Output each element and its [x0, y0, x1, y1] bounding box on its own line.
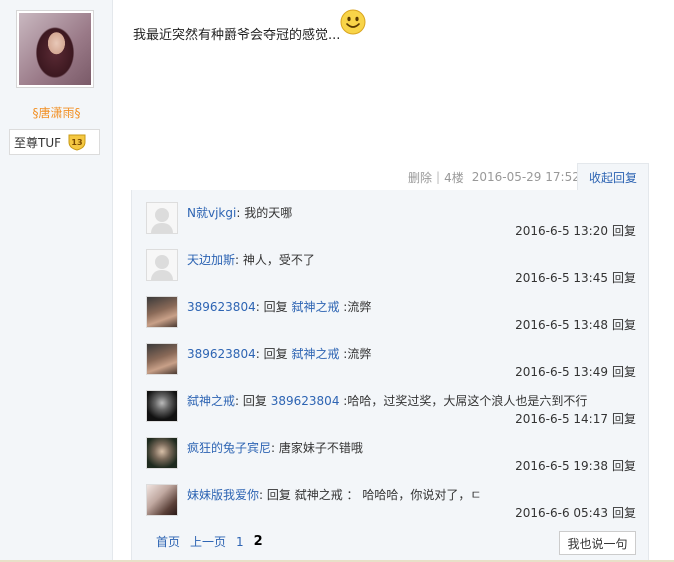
reply-item: 妹妹版我爱你: 回复 弑神之戒 ： 哈哈哈，你说对了，ㄷ 2016-6-6 05…	[146, 484, 636, 531]
reply-pager: 首页 上一页 1 2	[156, 533, 263, 550]
author-username[interactable]: §唐潇雨§	[0, 104, 113, 121]
reply-content: 唐家妹子不错哦	[278, 441, 363, 455]
reply-colon: :	[236, 206, 241, 220]
reply-time: 2016-6-5 13:48	[515, 318, 608, 332]
reply-colon: :	[271, 441, 276, 455]
reply-avatar[interactable]	[146, 296, 178, 328]
reply-time: 2016-6-5 14:17	[515, 412, 608, 426]
reply-colon: :	[235, 253, 240, 267]
add-reply-button[interactable]: 我也说一句	[559, 531, 636, 555]
reply-line: 389623804: 回复 弑神之戒 :流弊	[187, 298, 371, 315]
reply-button[interactable]: 回复	[612, 271, 636, 285]
reply-colon: :	[235, 394, 240, 408]
reply-avatar[interactable]	[146, 484, 178, 516]
reply-button[interactable]: 回复	[612, 412, 636, 426]
reply-content: 神人，受不了	[242, 253, 315, 267]
reply-button[interactable]: 回复	[612, 224, 636, 238]
reply-button[interactable]: 回复	[612, 459, 636, 473]
reply-item: 389623804: 回复 弑神之戒 :流弊 2016-6-5 13:48 回复	[146, 296, 636, 343]
reply-line: N就vjkgi: 我的天哪	[187, 204, 292, 221]
pager-current-page: 2	[253, 534, 263, 549]
reply-to-link[interactable]: 389623804	[271, 394, 340, 408]
reply-item: 天边加斯: 神人，受不了 2016-6-5 13:45 回复	[146, 249, 636, 296]
reply-nickname[interactable]: N就vjkgi	[187, 206, 236, 220]
reply-prefix: 回复 弑神之戒 ：	[266, 488, 359, 502]
reply-content: 哈哈哈，你说对了，ㄷ	[362, 488, 482, 502]
reply-avatar[interactable]	[146, 390, 178, 422]
reply-line: 妹妹版我爱你: 回复 弑神之戒 ： 哈哈哈，你说对了，ㄷ	[187, 486, 481, 503]
author-rank-badge[interactable]: 至尊TUF 13	[9, 129, 100, 155]
reply-line: 疯狂的兔子宾尼: 唐家妹子不错哦	[187, 439, 363, 456]
reply-time: 2016-6-6 05:43	[515, 506, 608, 520]
collapse-replies-button[interactable]: 收起回复	[577, 163, 649, 191]
reply-button[interactable]: 回复	[612, 318, 636, 332]
reply-meta: 2016-6-5 13:45 回复	[515, 269, 636, 286]
smiley-emoji-icon	[340, 9, 366, 35]
reply-nickname[interactable]: 389623804	[187, 347, 256, 361]
reply-time: 2016-6-5 13:49	[515, 365, 608, 379]
reply-item: 疯狂的兔子宾尼: 唐家妹子不错哦 2016-6-5 19:38 回复	[146, 437, 636, 484]
post-datetime: 2016-05-29 17:52	[471, 170, 580, 184]
reply-nickname[interactable]: 天边加斯	[187, 253, 235, 267]
reply-meta: 2016-6-5 13:48 回复	[515, 316, 636, 333]
rank-level-number: 13	[71, 138, 82, 147]
reply-colon: :	[255, 347, 260, 361]
delete-link[interactable]: 删除	[408, 169, 432, 186]
reply-colon: :	[255, 300, 260, 314]
reply-meta: 2016-6-5 13:49 回复	[515, 363, 636, 380]
reply-nickname[interactable]: 弑神之戒	[187, 394, 235, 408]
reply-content: :流弊	[343, 300, 372, 314]
reply-avatar[interactable]	[146, 249, 178, 281]
reply-avatar[interactable]	[146, 202, 178, 234]
reply-colon: :	[259, 488, 264, 502]
rank-label: 至尊TUF	[14, 135, 62, 150]
reply-avatar[interactable]	[146, 437, 178, 469]
pager-first-link[interactable]: 首页	[156, 533, 180, 550]
post-meta-bar: 删除 | 4楼 2016-05-29 17:52	[408, 169, 580, 185]
reply-prefix: 回复	[242, 394, 267, 408]
reply-item: 弑神之戒: 回复 389623804 :哈哈，过奖过奖，大屌这个浪人也是六到不行…	[146, 390, 636, 437]
reply-prefix: 回复	[263, 300, 288, 314]
reply-prefix: 回复	[263, 347, 288, 361]
reply-time: 2016-6-5 13:20	[515, 224, 608, 238]
reply-content: :哈哈，过奖过奖，大屌这个浪人也是六到不行	[343, 394, 588, 408]
reply-meta: 2016-6-5 19:38 回复	[515, 457, 636, 474]
reply-content: 我的天哪	[244, 206, 293, 220]
post-content: 我最近突然有种爵爷会夺冠的感觉...	[133, 28, 341, 43]
reply-nickname[interactable]: 妹妹版我爱你	[187, 488, 259, 502]
reply-avatar[interactable]	[146, 343, 178, 375]
floor-number: 4楼	[444, 170, 464, 185]
reply-panel: N就vjkgi: 我的天哪 2016-6-5 13:20 回复 天边加斯: 神人，…	[131, 190, 649, 562]
reply-nickname[interactable]: 389623804	[187, 300, 256, 314]
reply-line: 天边加斯: 神人，受不了	[187, 251, 315, 268]
reply-time: 2016-6-5 13:45	[515, 271, 608, 285]
rank-level-icon: 13	[67, 133, 87, 151]
reply-button[interactable]: 回复	[612, 365, 636, 379]
reply-nickname[interactable]: 疯狂的兔子宾尼	[187, 441, 271, 455]
author-avatar[interactable]	[16, 10, 94, 88]
pager-prev-link[interactable]: 上一页	[190, 533, 226, 550]
reply-item: N就vjkgi: 我的天哪 2016-6-5 13:20 回复	[146, 202, 636, 249]
reply-meta: 2016-6-5 13:20 回复	[515, 222, 636, 239]
reply-to-link[interactable]: 弑神之戒	[291, 347, 339, 361]
reply-button[interactable]: 回复	[612, 506, 636, 520]
author-avatar-image	[19, 13, 91, 85]
reply-item: 389623804: 回复 弑神之戒 :流弊 2016-6-5 13:49 回复	[146, 343, 636, 390]
reply-line: 389623804: 回复 弑神之戒 :流弊	[187, 345, 371, 362]
reply-to-link[interactable]: 弑神之戒	[291, 300, 339, 314]
meta-separator: |	[436, 170, 441, 184]
reply-time: 2016-6-5 19:38	[515, 459, 608, 473]
pager-page-1[interactable]: 1	[236, 535, 244, 549]
reply-meta: 2016-6-5 14:17 回复	[515, 410, 636, 427]
reply-line: 弑神之戒: 回复 389623804 :哈哈，过奖过奖，大屌这个浪人也是六到不行	[187, 392, 587, 409]
reply-content: :流弊	[343, 347, 372, 361]
author-sidebar: §唐潇雨§ 至尊TUF 13	[0, 0, 113, 562]
reply-meta: 2016-6-6 05:43 回复	[515, 504, 636, 521]
